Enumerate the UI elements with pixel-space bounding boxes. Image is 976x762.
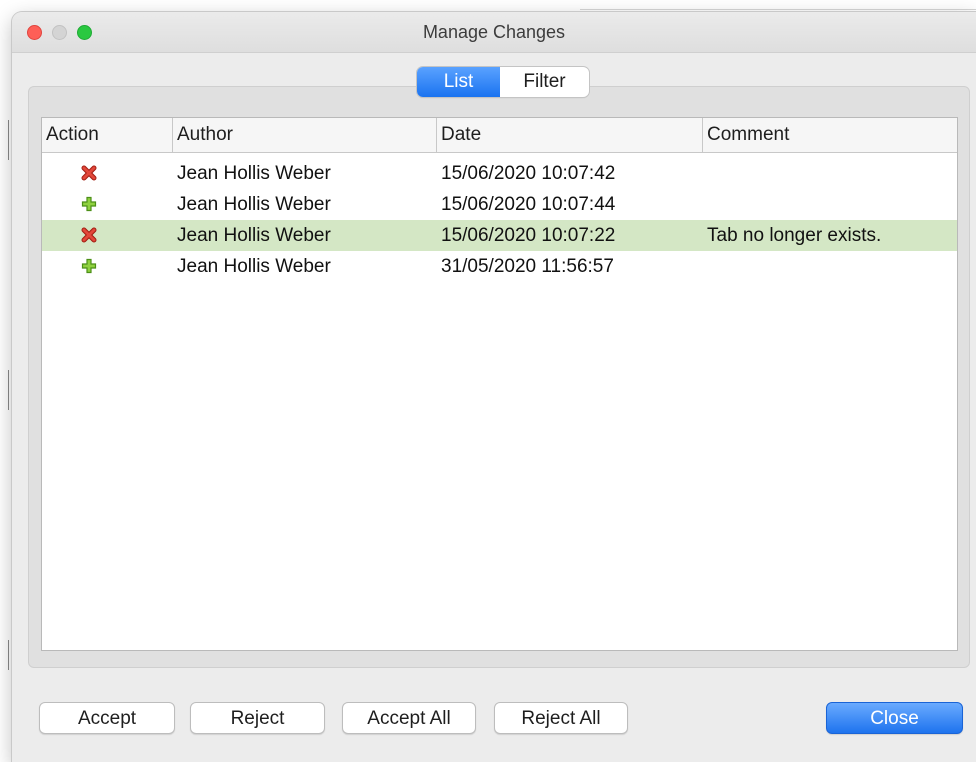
cell-comment: Tab no longer exists. <box>707 225 882 246</box>
reject-x-icon <box>81 165 97 181</box>
reject-all-button[interactable]: Reject All <box>494 702 628 734</box>
view-tabs: List Filter <box>417 67 589 97</box>
background-edge <box>8 120 9 160</box>
cell-date: 31/05/2020 11:56:57 <box>441 256 614 277</box>
cell-author: Jean Hollis Weber <box>177 225 331 246</box>
window-title: Manage Changes <box>422 22 566 42</box>
background-edge <box>580 9 976 10</box>
cell-author: Jean Hollis Weber <box>177 256 331 277</box>
cell-date: 15/06/2020 10:07:42 <box>441 163 616 184</box>
column-header-date[interactable]: Date <box>437 118 703 152</box>
tab-list[interactable]: List <box>417 67 500 97</box>
cell-author: Jean Hollis Weber <box>177 163 331 184</box>
table-row[interactable]: Jean Hollis Weber 15/06/2020 10:07:44 <box>42 189 957 220</box>
titlebar: Manage Changes <box>12 12 976 53</box>
close-button[interactable]: Close <box>826 702 963 734</box>
cell-date: 15/06/2020 10:07:44 <box>441 194 616 215</box>
insert-plus-icon <box>81 258 97 274</box>
manage-changes-dialog: Manage Changes List Filter Action Author… <box>12 12 976 762</box>
table-row[interactable]: Jean Hollis Weber 31/05/2020 11:56:57 <box>42 251 957 282</box>
cell-author: Jean Hollis Weber <box>177 194 331 215</box>
background-edge <box>8 640 9 670</box>
reject-button[interactable]: Reject <box>190 702 325 734</box>
tab-filter[interactable]: Filter <box>500 67 589 97</box>
list-header: Action Author Date Comment <box>42 118 957 153</box>
insert-plus-icon <box>81 196 97 212</box>
column-header-comment[interactable]: Comment <box>703 118 957 152</box>
reject-x-icon <box>81 227 97 243</box>
table-row[interactable]: Jean Hollis Weber 15/06/2020 10:07:42 <box>42 158 957 189</box>
column-header-action[interactable]: Action <box>42 118 173 152</box>
background-edge <box>8 370 9 410</box>
accept-all-button[interactable]: Accept All <box>342 702 476 734</box>
accept-button[interactable]: Accept <box>39 702 175 734</box>
column-header-author[interactable]: Author <box>173 118 437 152</box>
changes-list[interactable]: Action Author Date Comment Jean Hollis W… <box>41 117 958 651</box>
tab-panel: Action Author Date Comment Jean Hollis W… <box>28 86 970 668</box>
table-row-selected[interactable]: Jean Hollis Weber 15/06/2020 10:07:22 Ta… <box>42 220 957 251</box>
cell-date: 15/06/2020 10:07:22 <box>441 225 616 246</box>
